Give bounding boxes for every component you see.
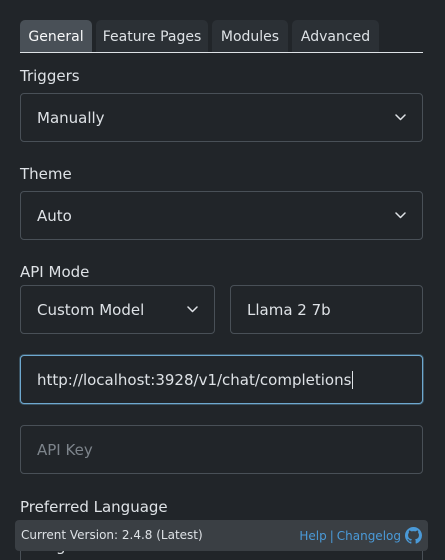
tab-feature-pages[interactable]: Feature Pages bbox=[96, 20, 208, 52]
triggers-select-value: Manually bbox=[37, 108, 105, 127]
tab-advanced[interactable]: Advanced bbox=[292, 20, 379, 52]
help-link[interactable]: Help bbox=[299, 529, 326, 543]
model-name-value: Llama 2 7b bbox=[247, 300, 331, 319]
tab-general[interactable]: General bbox=[20, 20, 92, 52]
triggers-label: Triggers bbox=[20, 67, 80, 85]
chevron-down-icon bbox=[395, 211, 406, 218]
version-footer: Current Version: 2.4.8 (Latest) Help | C… bbox=[15, 520, 428, 551]
theme-select[interactable]: Auto bbox=[20, 191, 423, 240]
changelog-link[interactable]: Changelog bbox=[337, 529, 401, 543]
api-key-placeholder: API Key bbox=[37, 440, 93, 459]
settings-page: General Feature Pages Modules Advanced T… bbox=[0, 0, 445, 560]
model-name-input[interactable]: Llama 2 7b bbox=[230, 285, 423, 334]
theme-select-value: Auto bbox=[37, 206, 72, 225]
api-endpoint-value: http://localhost:3928/v1/chat/completion… bbox=[37, 370, 352, 389]
theme-label: Theme bbox=[20, 165, 72, 183]
footer-links: Help | Changelog bbox=[299, 520, 422, 551]
chevron-down-icon bbox=[187, 305, 198, 312]
text-cursor bbox=[352, 370, 354, 389]
api-mode-select-value: Custom Model bbox=[37, 300, 145, 319]
triggers-select[interactable]: Manually bbox=[20, 93, 423, 142]
api-key-input[interactable]: API Key bbox=[20, 425, 423, 474]
chevron-down-icon bbox=[395, 113, 406, 120]
api-mode-label: API Mode bbox=[20, 263, 90, 281]
current-version-text: Current Version: 2.4.8 (Latest) bbox=[21, 528, 203, 542]
api-mode-select[interactable]: Custom Model bbox=[20, 285, 215, 334]
preferred-language-label: Preferred Language bbox=[20, 498, 168, 516]
tab-bar: General Feature Pages Modules Advanced bbox=[20, 20, 423, 53]
link-separator: | bbox=[329, 528, 334, 543]
api-endpoint-input[interactable]: http://localhost:3928/v1/chat/completion… bbox=[20, 355, 423, 404]
tab-modules[interactable]: Modules bbox=[212, 20, 288, 52]
github-icon[interactable] bbox=[405, 527, 422, 544]
